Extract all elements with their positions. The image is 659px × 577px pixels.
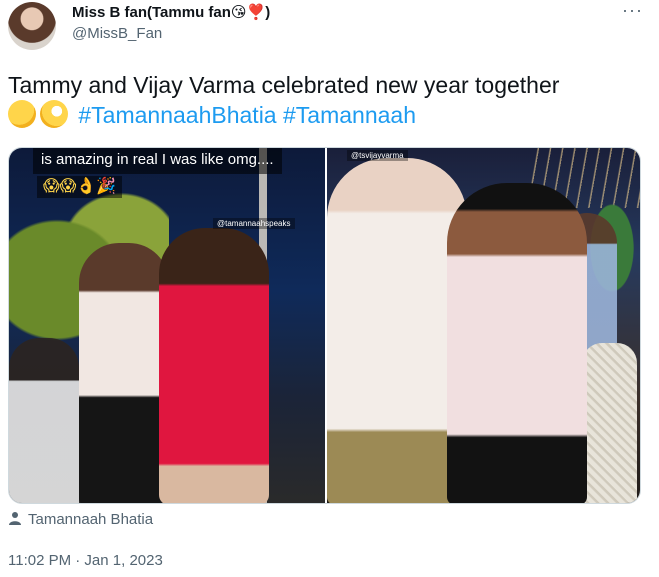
- hashtag-tamannaah[interactable]: #Tamannaah: [283, 102, 416, 128]
- tweet-body: Tammy and Vijay Varma celebrated new yea…: [8, 72, 560, 98]
- story-caption: is amazing in real I was like omg....: [33, 148, 282, 174]
- watermark-right: @tsvijayvarma: [347, 150, 408, 161]
- tagged-user[interactable]: Tamannaah Bhatia: [8, 511, 153, 531]
- tweet-timestamp[interactable]: 11:02 PM · Jan 1, 2023: [8, 552, 163, 569]
- author-name[interactable]: Miss B fan(Tammu fan😘❣️): [72, 3, 270, 21]
- tweet-header: Miss B fan(Tammu fan😘❣️) @MissB_Fan ···: [0, 0, 659, 60]
- background-person: [9, 338, 79, 503]
- media-grid: is amazing in real I was like omg.... 😱😱…: [8, 147, 641, 504]
- person-white-shirt-man: [327, 158, 467, 503]
- person-white-shirt: [79, 243, 169, 503]
- wicker-chair: [582, 343, 637, 503]
- person-smiling-woman: [447, 183, 587, 503]
- more-options-icon[interactable]: ···: [622, 0, 643, 21]
- person-icon: [9, 512, 21, 525]
- tweet-text: Tammy and Vijay Varma celebrated new yea…: [8, 70, 648, 130]
- story-emojis: 😱😱👌🎉: [37, 176, 123, 198]
- monocle-face-icon: [40, 100, 68, 128]
- photo-right[interactable]: @tsvijayvarma: [327, 148, 640, 503]
- avatar[interactable]: [8, 2, 56, 50]
- photo-left[interactable]: is amazing in real I was like omg.... 😱😱…: [9, 148, 325, 503]
- hashtag-tamannaahbhatia[interactable]: #TamannaahBhatia: [78, 102, 276, 128]
- author-handle[interactable]: @MissB_Fan: [72, 25, 162, 42]
- person-pink-dress: [159, 228, 269, 503]
- thinking-face-icon: [8, 100, 36, 128]
- watermark-left: @tamannaahspeaks: [213, 218, 295, 229]
- tagged-user-label: Tamannaah Bhatia: [28, 511, 154, 528]
